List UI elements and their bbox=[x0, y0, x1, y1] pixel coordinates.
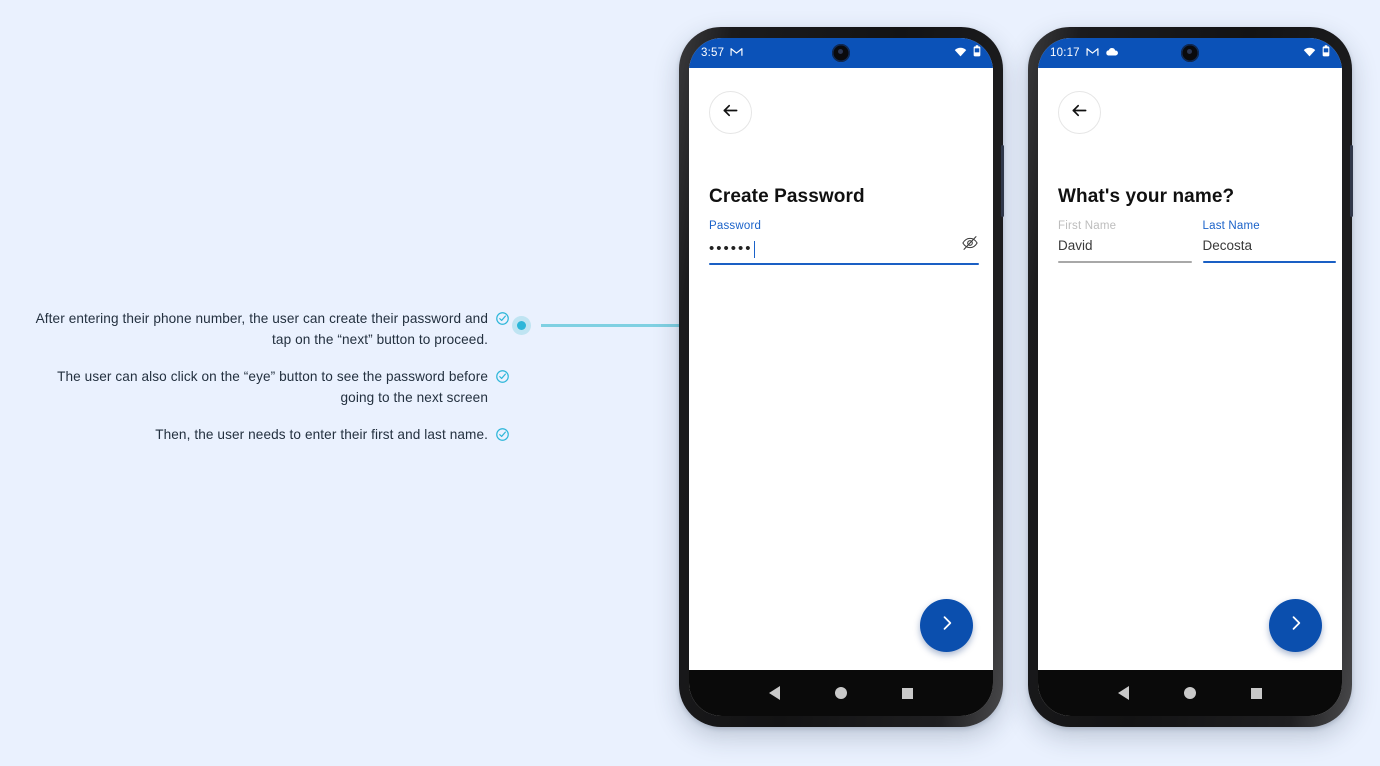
password-input[interactable]: •••••• bbox=[709, 241, 753, 258]
phone-screen: 10:17 What's your name? First Name David… bbox=[1038, 38, 1342, 716]
next-fab-button[interactable] bbox=[1269, 599, 1322, 652]
password-field-underline bbox=[709, 263, 979, 265]
first-name-field-group: First Name David bbox=[1058, 220, 1192, 263]
nav-home-circle-icon[interactable] bbox=[834, 687, 847, 699]
status-bar-left: 3:57 bbox=[701, 44, 743, 62]
last-name-underline bbox=[1202, 261, 1336, 263]
nav-home-circle-icon[interactable] bbox=[1183, 687, 1196, 699]
wifi-icon bbox=[954, 44, 967, 62]
name-fields-group: First Name David Last Name Decosta bbox=[1058, 220, 1336, 263]
android-nav-bar bbox=[1038, 670, 1342, 716]
phone-mockup-create-password: 3:57 Create Password Password •••••• bbox=[679, 27, 1004, 727]
connector-dot-core bbox=[517, 321, 526, 330]
connector-dot bbox=[512, 316, 531, 335]
camera-punch-hole bbox=[832, 44, 850, 62]
password-input-row[interactable]: •••••• bbox=[709, 236, 979, 258]
page-title: What's your name? bbox=[1058, 186, 1235, 207]
back-arrow-icon bbox=[1069, 100, 1090, 126]
annotation-text: After entering their phone number, the u… bbox=[35, 311, 488, 348]
status-bar: 10:17 bbox=[1038, 38, 1342, 68]
annotation-connector bbox=[512, 316, 701, 335]
gmail-icon bbox=[730, 44, 743, 62]
status-bar-right bbox=[1303, 44, 1330, 62]
battery-icon bbox=[1322, 44, 1330, 62]
phone-screen: 3:57 Create Password Password •••••• bbox=[689, 38, 993, 716]
app-content: Create Password Password •••••• bbox=[689, 68, 993, 670]
check-circle-icon bbox=[495, 311, 510, 326]
back-button[interactable] bbox=[709, 91, 752, 134]
check-circle-icon bbox=[495, 427, 510, 442]
last-name-label: Last Name bbox=[1202, 220, 1260, 232]
back-arrow-icon bbox=[720, 100, 741, 126]
phone-side-button[interactable] bbox=[1350, 145, 1353, 217]
text-caret bbox=[753, 241, 756, 258]
password-field-label: Password bbox=[709, 220, 762, 232]
cloud-icon bbox=[1105, 44, 1119, 62]
screenshot-canvas: After entering their phone number, the u… bbox=[0, 0, 1380, 766]
phone-mockup-whats-your-name: 10:17 What's your name? First Name David… bbox=[1028, 27, 1353, 727]
annotation-list: After entering their phone number, the u… bbox=[30, 308, 510, 461]
app-content: What's your name? First Name David Last … bbox=[1038, 68, 1342, 670]
wifi-icon bbox=[1303, 44, 1316, 62]
eye-off-icon[interactable] bbox=[961, 234, 979, 258]
chevron-right-icon bbox=[1286, 613, 1306, 638]
battery-icon bbox=[973, 44, 981, 62]
back-button[interactable] bbox=[1058, 91, 1101, 134]
password-field-group: Password •••••• bbox=[709, 220, 979, 265]
status-bar: 3:57 bbox=[689, 38, 993, 68]
annotation-item: After entering their phone number, the u… bbox=[30, 308, 510, 350]
status-bar-right bbox=[954, 44, 981, 62]
first-name-label: First Name bbox=[1058, 220, 1117, 232]
next-fab-button[interactable] bbox=[920, 599, 973, 652]
connector-line bbox=[541, 324, 701, 327]
page-title: Create Password bbox=[709, 186, 865, 207]
annotation-item: Then, the user needs to enter their firs… bbox=[30, 424, 510, 445]
annotation-text: The user can also click on the “eye” but… bbox=[57, 369, 488, 406]
annotation-item: The user can also click on the “eye” but… bbox=[30, 366, 510, 408]
android-nav-bar bbox=[689, 670, 993, 716]
nav-back-triangle-icon[interactable] bbox=[768, 686, 780, 700]
first-name-input[interactable]: David bbox=[1058, 236, 1192, 256]
first-name-underline bbox=[1058, 261, 1192, 263]
nav-recents-square-icon[interactable] bbox=[902, 687, 914, 699]
camera-punch-hole bbox=[1181, 44, 1199, 62]
phone-side-button[interactable] bbox=[1001, 145, 1004, 217]
annotation-text: Then, the user needs to enter their firs… bbox=[155, 427, 488, 443]
nav-recents-square-icon[interactable] bbox=[1251, 687, 1263, 699]
chevron-right-icon bbox=[937, 613, 957, 638]
status-bar-left: 10:17 bbox=[1050, 44, 1119, 62]
status-time: 3:57 bbox=[701, 47, 725, 59]
last-name-input[interactable]: Decosta bbox=[1203, 236, 1337, 256]
check-circle-icon bbox=[495, 369, 510, 384]
nav-back-triangle-icon[interactable] bbox=[1117, 686, 1129, 700]
status-time: 10:17 bbox=[1050, 47, 1080, 59]
last-name-field-group: Last Name Decosta bbox=[1202, 220, 1337, 263]
gmail-icon bbox=[1086, 44, 1099, 62]
